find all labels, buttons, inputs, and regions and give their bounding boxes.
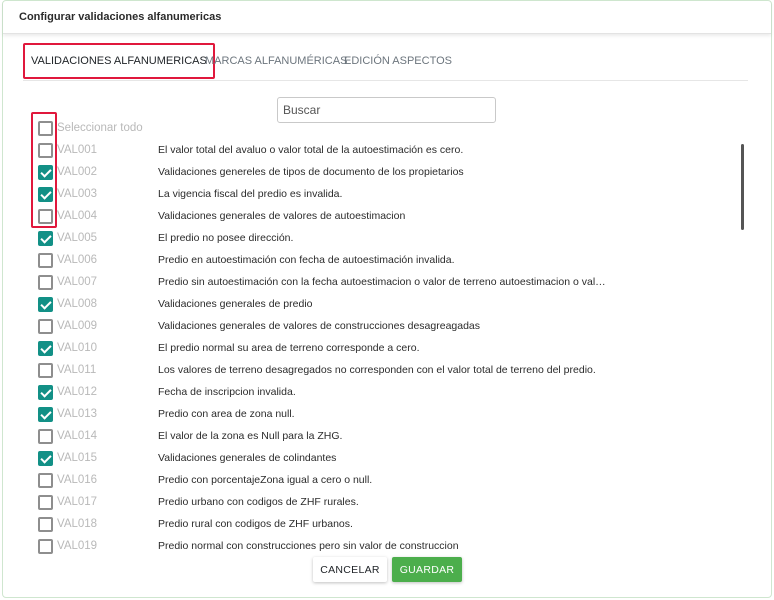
validation-checkbox[interactable] (38, 407, 53, 422)
validation-checkbox[interactable] (38, 429, 53, 444)
validation-code: VAL015 (57, 452, 98, 464)
validation-code: VAL014 (57, 430, 98, 442)
validation-checkbox[interactable] (38, 253, 53, 268)
validation-code: VAL011 (57, 364, 97, 376)
validation-row[interactable]: VAL009 Validaciones generales de valores … (38, 316, 738, 338)
validation-description: Predio con area de zona null. (158, 408, 295, 420)
validation-description: Validaciones generales de valores de con… (158, 320, 481, 332)
validation-row[interactable]: VAL004 Validaciones generales de valores … (38, 206, 738, 228)
validation-checkbox[interactable] (38, 319, 53, 334)
validation-row[interactable]: VAL006 Predio en autoestimación con fecha… (38, 250, 738, 272)
validation-row[interactable]: VAL002 Validaciones genereles de tipos de… (38, 162, 738, 184)
validation-code: VAL016 (57, 474, 98, 486)
validation-code: VAL002 (57, 166, 98, 178)
validation-row[interactable]: VAL010 El predio normal su area de terren… (38, 338, 738, 360)
validation-row[interactable]: VAL008 Validaciones generales de predio (38, 294, 738, 316)
validation-checkbox[interactable] (38, 187, 53, 202)
validation-row[interactable]: VAL018 Predio rural con codigos de ZHF ur… (38, 514, 738, 536)
validation-description: Validaciones generales de colindantes (158, 452, 337, 464)
select-all-checkbox[interactable] (38, 121, 53, 136)
save-button[interactable]: GUARDAR (392, 557, 462, 582)
validation-checkbox[interactable] (38, 275, 53, 290)
validation-code: VAL010 (57, 342, 98, 354)
validation-code: VAL009 (57, 320, 98, 332)
validation-description: Validaciones generales de valores de aut… (158, 210, 406, 222)
dialog-header: Configurar validaciones alfanumericas (3, 1, 771, 34)
validation-row[interactable]: VAL001 El valor total del avaluo o valor … (38, 140, 738, 162)
validation-description: El valor total del avaluo o valor total … (158, 144, 464, 156)
validation-checkbox[interactable] (38, 143, 53, 158)
validation-description: Predio en autoestimación con fecha de au… (158, 254, 455, 266)
validation-description: Fecha de inscripcion invalida. (158, 386, 296, 398)
validation-row[interactable]: VAL016 Predio con porcentajeZona igual a … (38, 470, 738, 492)
tab-marcas-alfanumericas[interactable]: MARCAS ALFANUMÉRICAS (205, 43, 347, 79)
select-all-row[interactable]: Seleccionar todo (38, 118, 738, 140)
validation-code: VAL012 (57, 386, 98, 398)
select-all-label: Seleccionar todo (57, 122, 143, 134)
validation-row[interactable]: VAL011 Los valores de terreno desagregado… (38, 360, 738, 382)
validation-row[interactable]: VAL007 Predio sin autoestimación con la f… (38, 272, 738, 294)
validation-description: El predio normal su area de terreno corr… (158, 342, 420, 354)
validation-code: VAL001 (57, 144, 98, 156)
validation-row[interactable]: VAL005 El predio no posee dirección. (38, 228, 738, 250)
validation-row[interactable]: VAL014 El valor de la zona es Null para l… (38, 426, 738, 448)
validation-checkbox[interactable] (38, 363, 53, 378)
validation-description: Los valores de terreno desagregados no c… (158, 364, 596, 376)
validation-row[interactable]: VAL015 Validaciones generales de colindan… (38, 448, 738, 470)
list-scrollbar[interactable] (741, 144, 744, 230)
validation-row[interactable]: VAL012 Fecha de inscripcion invalida. (38, 382, 738, 404)
validation-checkbox[interactable] (38, 451, 53, 466)
validation-code: VAL003 (57, 188, 98, 200)
validation-code: VAL019 (57, 540, 98, 552)
validation-checkbox[interactable] (38, 231, 53, 246)
validation-code: VAL008 (57, 298, 98, 310)
validation-description: El valor de la zona es Null para la ZHG. (158, 430, 343, 442)
tab-validaciones-alfanumericas[interactable]: VALIDACIONES ALFANUMERICAS (23, 43, 215, 79)
validation-description: Predio con porcentajeZona igual a cero o… (158, 474, 373, 486)
validation-description: Predio rural con codigos de ZHF urbanos. (158, 518, 353, 530)
validation-code: VAL018 (57, 518, 98, 530)
validation-row[interactable]: VAL019 Predio normal con construcciones p… (38, 536, 738, 558)
tab-edicion-aspectos[interactable]: EDICIÓN ASPECTOS (344, 43, 452, 79)
validation-description: El predio no posee dirección. (158, 232, 294, 244)
validation-row[interactable]: VAL017 Predio urbano con codigos de ZHF r… (38, 492, 738, 514)
validation-description: Predio urbano con codigos de ZHF rurales… (158, 496, 359, 508)
validation-checkbox[interactable] (38, 517, 53, 532)
validation-code: VAL004 (57, 210, 98, 222)
validation-description: Validaciones genereles de tipos de docum… (158, 166, 464, 178)
validation-checkbox[interactable] (38, 473, 53, 488)
validation-checkbox[interactable] (38, 209, 53, 224)
tab-bar: VALIDACIONES ALFANUMERICAS MARCAS ALFANU… (23, 43, 748, 81)
validation-code: VAL006 (57, 254, 98, 266)
validation-checkbox[interactable] (38, 539, 53, 554)
validation-code: VAL013 (57, 408, 98, 420)
validation-checkbox[interactable] (38, 495, 53, 510)
validation-checkbox[interactable] (38, 341, 53, 356)
validation-row[interactable]: VAL013 Predio con area de zona null. (38, 404, 738, 426)
validation-description: La vigencia fiscal del predio es invalid… (158, 188, 343, 200)
validation-row[interactable]: VAL003 La vigencia fiscal del predio es i… (38, 184, 738, 206)
validation-code: VAL007 (57, 276, 98, 288)
validation-code: VAL017 (57, 496, 98, 508)
validation-description: Predio normal con construcciones pero si… (158, 540, 459, 552)
validation-checkbox[interactable] (38, 165, 53, 180)
validation-checkbox[interactable] (38, 385, 53, 400)
dialog-title: Configurar validaciones alfanumericas (19, 11, 222, 23)
cancel-button[interactable]: CANCELAR (313, 557, 387, 582)
validation-code: VAL005 (57, 232, 98, 244)
validation-description: Predio sin autoestimación con la fecha a… (158, 276, 606, 288)
validation-description: Validaciones generales de predio (158, 298, 313, 310)
validation-checkbox[interactable] (38, 297, 53, 312)
